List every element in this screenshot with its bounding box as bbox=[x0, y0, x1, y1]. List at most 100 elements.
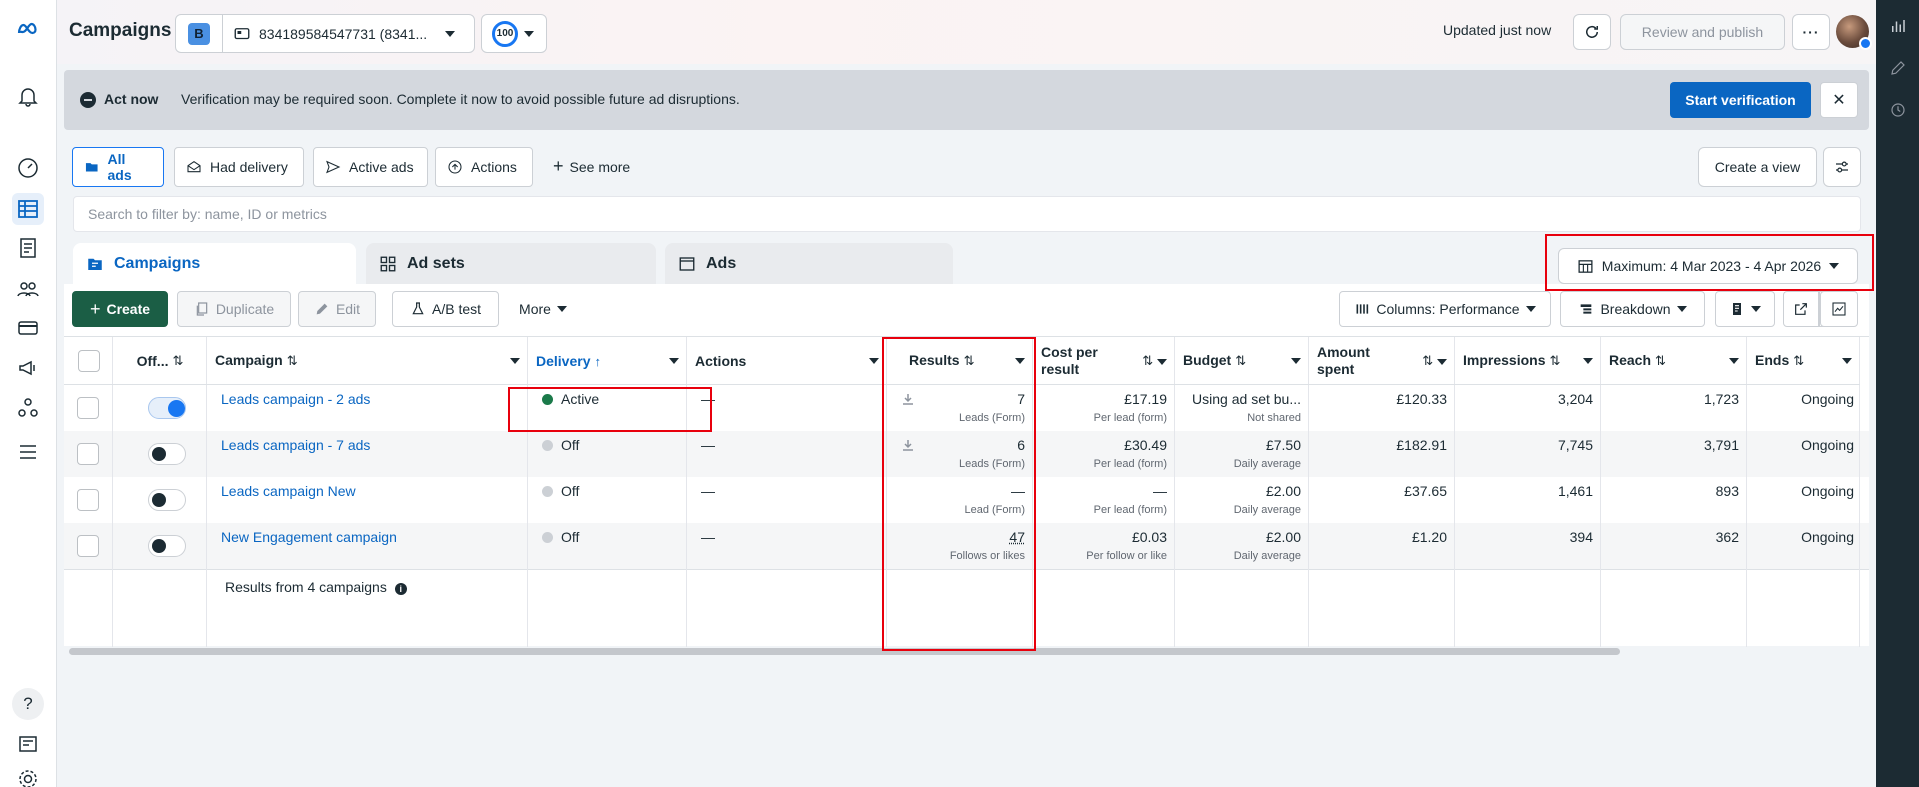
bar-chart-icon[interactable] bbox=[1886, 14, 1910, 38]
filter-settings-button[interactable] bbox=[1823, 147, 1861, 187]
header-reach[interactable]: Reach ⇅ bbox=[1601, 337, 1747, 385]
ends-value: Ongoing bbox=[1801, 391, 1854, 407]
bell-icon[interactable] bbox=[12, 80, 44, 112]
header-campaign[interactable]: Campaign ⇅ bbox=[207, 337, 528, 385]
columns-dropdown[interactable]: Columns: Performance bbox=[1339, 291, 1551, 327]
chevron-down-icon[interactable] bbox=[1729, 357, 1739, 364]
clock-icon[interactable] bbox=[1886, 98, 1910, 122]
more-options-button[interactable]: ··· bbox=[1792, 14, 1830, 50]
menu-icon[interactable] bbox=[12, 436, 44, 468]
horizontal-scrollbar[interactable] bbox=[69, 648, 1620, 655]
campaign-name-link[interactable]: Leads campaign - 7 ads bbox=[221, 437, 370, 453]
toggle-knob bbox=[168, 399, 185, 417]
campaign-name-link[interactable]: New Engagement campaign bbox=[221, 529, 397, 545]
filter-active-ads[interactable]: Active ads bbox=[313, 147, 428, 187]
chevron-down-icon[interactable] bbox=[1583, 357, 1593, 364]
review-and-publish-button[interactable]: Review and publish bbox=[1620, 14, 1785, 50]
ad-account-selector[interactable]: B 834189584547731 (8341... bbox=[175, 14, 475, 53]
campaign-toggle[interactable] bbox=[148, 535, 186, 557]
header-budget[interactable]: Budget ⇅ bbox=[1175, 337, 1309, 385]
pencil-icon[interactable] bbox=[1886, 56, 1910, 80]
settings-gear-icon[interactable] bbox=[12, 763, 44, 787]
select-all-checkbox[interactable] bbox=[77, 349, 100, 372]
budget-type: Daily average bbox=[1233, 458, 1301, 470]
results-value[interactable]: 47 bbox=[887, 529, 1025, 545]
help-icon[interactable]: ? bbox=[12, 688, 44, 720]
more-actions-dropdown[interactable]: More bbox=[508, 291, 578, 327]
header-ends[interactable]: Ends ⇅ bbox=[1747, 337, 1860, 385]
date-range-picker[interactable]: Maximum: 4 Mar 2023 - 4 Apr 2026 bbox=[1558, 248, 1858, 284]
tab-campaigns[interactable]: Campaigns bbox=[73, 243, 356, 285]
row-checkbox[interactable] bbox=[77, 443, 99, 465]
start-verification-button[interactable]: Start verification bbox=[1670, 82, 1811, 118]
charts-button[interactable] bbox=[1820, 291, 1858, 327]
chevron-down-icon[interactable] bbox=[1157, 359, 1167, 365]
row-checkbox[interactable] bbox=[77, 535, 99, 557]
banner-message: Verification may be required soon. Compl… bbox=[181, 91, 740, 107]
campaign-toggle[interactable] bbox=[148, 489, 186, 511]
megaphone-icon[interactable] bbox=[12, 352, 44, 384]
filter-all-ads[interactable]: All ads bbox=[72, 147, 164, 187]
header-off-on[interactable]: Off... ⇅ bbox=[113, 337, 207, 385]
sort-icon: ⇅ bbox=[1422, 353, 1434, 368]
campaign-name-link[interactable]: Leads campaign - 2 ads bbox=[221, 391, 370, 407]
gauge-icon[interactable] bbox=[12, 152, 44, 184]
create-button[interactable]: + Create bbox=[72, 291, 168, 327]
header-results[interactable]: Results ⇅ bbox=[887, 337, 1033, 385]
ads-manager-table-icon[interactable] bbox=[12, 193, 44, 225]
chevron-down-icon bbox=[524, 30, 534, 37]
row-checkbox[interactable] bbox=[77, 489, 99, 511]
reach-value: 893 bbox=[1715, 483, 1739, 499]
campaign-toggle[interactable] bbox=[148, 397, 186, 419]
header-impressions[interactable]: Impressions ⇅ bbox=[1455, 337, 1601, 385]
duplicate-button[interactable]: Duplicate bbox=[177, 291, 291, 327]
chevron-down-icon[interactable] bbox=[1015, 357, 1025, 364]
chevron-down-icon[interactable] bbox=[1291, 357, 1301, 364]
header-amount-spent[interactable]: Amount spent ⇅ bbox=[1309, 337, 1455, 385]
see-more-filters[interactable]: + See more bbox=[553, 156, 630, 177]
pages-icon[interactable] bbox=[12, 232, 44, 264]
audiences-icon[interactable] bbox=[12, 273, 44, 305]
budget-value: £2.00 bbox=[1265, 483, 1301, 499]
close-banner-button[interactable]: ✕ bbox=[1820, 82, 1858, 118]
campaign-toggle[interactable] bbox=[148, 443, 186, 465]
business-tools-icon[interactable] bbox=[12, 392, 44, 424]
ab-test-button[interactable]: A/B test bbox=[392, 291, 499, 327]
chevron-down-icon[interactable] bbox=[510, 357, 520, 364]
chevron-down-icon[interactable] bbox=[669, 357, 679, 364]
refresh-button[interactable] bbox=[1573, 14, 1611, 50]
header-cost-per-result[interactable]: Cost per result ⇅ bbox=[1033, 337, 1175, 385]
export-button[interactable] bbox=[1783, 291, 1819, 327]
chevron-down-icon[interactable] bbox=[869, 357, 879, 364]
tab-ads[interactable]: Ads bbox=[665, 243, 953, 285]
row-checkbox[interactable] bbox=[77, 397, 99, 419]
tab-ad-sets[interactable]: Ad sets bbox=[366, 243, 656, 285]
filter-actions[interactable]: Actions bbox=[435, 147, 533, 187]
header-actions[interactable]: Actions bbox=[687, 337, 887, 385]
reach-value: 362 bbox=[1715, 529, 1739, 545]
reports-dropdown[interactable] bbox=[1715, 291, 1775, 327]
chevron-down-icon bbox=[1829, 263, 1840, 269]
status-dot-icon bbox=[542, 394, 553, 405]
header-label: Results bbox=[909, 352, 960, 368]
news-icon[interactable] bbox=[12, 728, 44, 760]
meta-logo-icon[interactable] bbox=[12, 14, 44, 46]
header-delivery[interactable]: Delivery ↑ bbox=[528, 337, 687, 385]
billing-icon[interactable] bbox=[12, 312, 44, 344]
breakdown-dropdown[interactable]: Breakdown bbox=[1560, 291, 1705, 327]
budget-value: Using ad set bu... bbox=[1192, 391, 1301, 407]
chevron-down-icon bbox=[556, 306, 567, 312]
edit-button[interactable]: Edit bbox=[298, 291, 376, 327]
results-type: Follows or likes bbox=[949, 550, 1025, 562]
avatar[interactable] bbox=[1836, 15, 1872, 50]
chevron-down-icon[interactable] bbox=[1842, 357, 1852, 364]
create-view-button[interactable]: Create a view bbox=[1698, 147, 1817, 187]
chevron-down-icon[interactable] bbox=[1437, 359, 1447, 365]
filter-had-delivery[interactable]: Had delivery bbox=[174, 147, 304, 187]
opportunity-score-selector[interactable]: 100 bbox=[481, 14, 547, 53]
search-input[interactable]: Search to filter by: name, ID or metrics bbox=[73, 196, 1861, 232]
chevron-down-icon bbox=[445, 30, 455, 37]
tab-label: Campaigns bbox=[114, 255, 201, 272]
info-icon[interactable]: i bbox=[394, 583, 407, 595]
campaign-name-link[interactable]: Leads campaign New bbox=[221, 483, 356, 499]
